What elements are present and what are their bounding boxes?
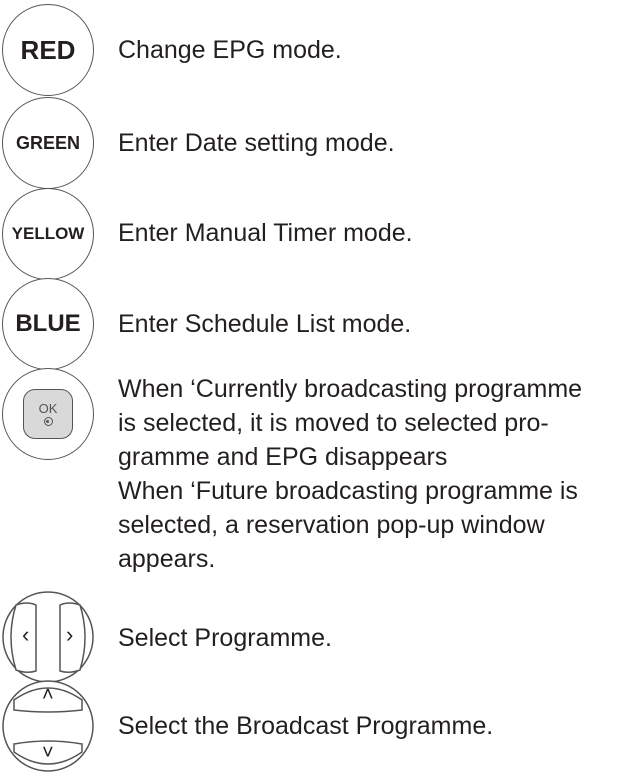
green-button[interactable]: GREEN	[2, 97, 94, 189]
ok-line-1: When ‘Currently broadcasting programme	[118, 375, 583, 403]
ok-button[interactable]: OK	[2, 368, 94, 460]
ok-button-face: OK	[23, 389, 73, 439]
ok-line-6: appears.	[118, 545, 216, 573]
blue-button[interactable]: BLUE	[2, 278, 94, 370]
up-arrow-icon[interactable]: ˄	[42, 684, 54, 707]
yellow-button[interactable]: YELLOW	[2, 188, 94, 280]
blue-button-label: BLUE	[15, 310, 81, 337]
red-description: Change EPG mode.	[118, 36, 342, 64]
ok-line-3: gramme and EPG disappears	[118, 443, 448, 471]
yellow-button-label: YELLOW	[11, 224, 85, 243]
left-right-buttons[interactable]	[0, 591, 96, 683]
green-description: Enter Date setting mode.	[118, 129, 395, 157]
right-arrow-icon[interactable]: ›	[66, 622, 73, 648]
blue-description: Enter Schedule List mode.	[118, 310, 412, 338]
ok-line-2: is selected, it is moved to selected pro…	[118, 409, 549, 437]
left-right-description: Select Programme.	[118, 624, 332, 652]
ok-label: OK	[38, 401, 58, 416]
ok-line-4: When ‘Future broadcasting programme is	[118, 477, 578, 505]
ok-dot-icon	[43, 417, 53, 426]
yellow-description: Enter Manual Timer mode.	[118, 219, 413, 247]
green-button-label: GREEN	[15, 132, 80, 153]
red-button-label: RED	[20, 34, 76, 65]
red-button[interactable]: RED	[2, 4, 94, 96]
down-arrow-icon[interactable]: ˅	[42, 742, 54, 765]
left-right-pad-icon	[2, 591, 94, 683]
ok-line-5: selected, a reservation pop-up window	[118, 511, 545, 539]
left-arrow-icon[interactable]: ‹	[22, 622, 29, 648]
up-down-description: Select the Broadcast Programme.	[118, 712, 494, 740]
